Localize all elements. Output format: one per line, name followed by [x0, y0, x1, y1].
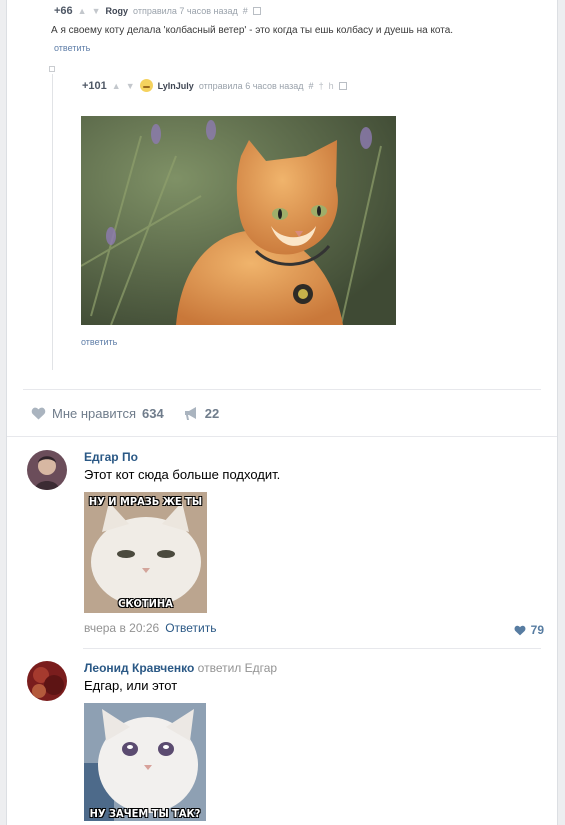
meme-bottom-caption: НУ ЗАЧЕМ ТЫ ТАК? [89, 807, 201, 820]
comment-text: Едгар, или этот [84, 678, 178, 693]
comment-reply-link: ответить [54, 43, 91, 53]
save-icon [338, 81, 347, 90]
comment-rating: +66 [54, 5, 73, 17]
share-button[interactable]: 22 [184, 406, 219, 421]
comment-reply-link: ответить [81, 337, 118, 347]
comment-body: Леонид Кравченко ответил Едгар Едгар, ил… [84, 661, 277, 821]
comment: Едгар По Этот кот сюда больше подходит. … [27, 450, 547, 645]
reply-button[interactable]: Ответить [165, 621, 216, 635]
like-label: Мне нравится [52, 405, 137, 421]
avatar[interactable] [27, 450, 67, 490]
ginger-cat-photo [81, 116, 396, 325]
comment-text: А я своему коту делала 'колбасный ветер'… [51, 25, 454, 36]
nested-comment-header: +101 ▲ ▼ LyInJuly отправила 6 часов наза… [82, 79, 347, 92]
share-count: 22 [204, 405, 220, 421]
angry-cat-meme-image[interactable]: НУ И МРАЗЬ ЖЕ ТЫ СКОТИНА [84, 492, 207, 613]
downvote-arrow-icon: ▼ [125, 80, 135, 91]
comment-time: отправила 6 часов назад [198, 80, 304, 91]
comment-header: +66 ▲ ▼ Rogy отправила 7 часов назад # [54, 5, 261, 17]
crying-cat-meme-image[interactable]: НУ ЗАЧЕМ ТЫ ТАК? [84, 703, 206, 821]
collapse-icon [49, 66, 55, 72]
comment-meta: вчера в 20:26 Ответить [84, 621, 280, 635]
replied-to-link[interactable]: Едгар [245, 661, 277, 675]
post-actions: Мне нравится 634 22 [31, 404, 219, 422]
meme-top-caption: НУ И МРАЗЬ ЖЕ ТЫ [88, 495, 203, 508]
avatar[interactable] [27, 661, 67, 701]
like-count: 634 [142, 405, 164, 421]
embedded-screenshot: +66 ▲ ▼ Rogy отправила 7 часов назад # А… [7, 0, 559, 390]
hash-icon: # [242, 6, 248, 16]
comment-author[interactable]: Леонид Кравченко [84, 661, 194, 675]
divider [23, 389, 541, 390]
link-icon: h [328, 80, 334, 91]
comment-author-line: Леонид Кравченко ответил Едгар [84, 661, 277, 675]
comment-author[interactable]: Едгар По [84, 450, 280, 464]
comment-date[interactable]: вчера в 20:26 [84, 621, 159, 635]
meme-bottom-caption: СКОТИНА [118, 597, 173, 610]
comment-time: отправила 7 часов назад [133, 6, 238, 16]
comment-rating: +101 [82, 79, 107, 92]
heart-icon [514, 625, 526, 635]
downvote-arrow-icon: ▼ [91, 6, 101, 16]
comment-author: Rogy [105, 6, 129, 16]
comment-body: Едгар По Этот кот сюда больше подходит. … [84, 450, 280, 635]
megaphone-icon [184, 406, 196, 420]
hash-icon: # [308, 80, 314, 91]
thread-line [52, 74, 53, 370]
comment-text: Этот кот сюда больше подходит. [84, 467, 281, 482]
like-button[interactable]: Мне нравится 634 [31, 406, 164, 421]
user-avatar-icon [139, 79, 153, 92]
save-icon [252, 7, 261, 15]
divider [83, 648, 541, 649]
comment-like-count: 79 [530, 623, 544, 637]
comment-author: LyInJuly [157, 80, 194, 91]
post-card: +66 ▲ ▼ Rogy отправила 7 часов назад # А… [6, 0, 558, 825]
upvote-arrow-icon: ▲ [111, 80, 121, 91]
upvote-arrow-icon: ▲ [77, 6, 87, 16]
replied-prefix: ответил [197, 661, 242, 675]
pin-icon: † [318, 80, 324, 91]
comment: Леонид Кравченко ответил Едгар Едгар, ил… [27, 661, 547, 825]
divider [7, 436, 557, 437]
heart-icon [31, 407, 46, 420]
comment-like-button[interactable]: 79 [514, 623, 544, 637]
